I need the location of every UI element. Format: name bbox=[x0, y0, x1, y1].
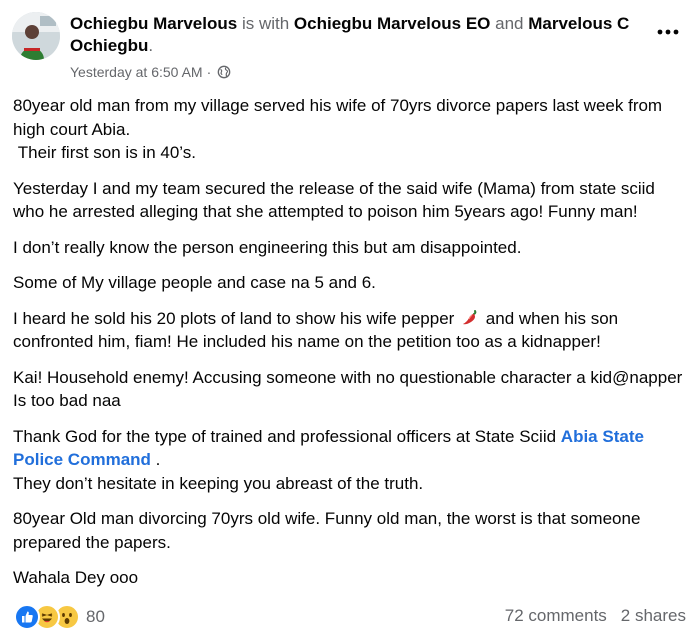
paragraph-1: 80year old man from my village served hi… bbox=[13, 94, 688, 165]
post-body: 80year old man from my village served hi… bbox=[13, 94, 688, 602]
paragraph-1b: Their first son is in 40’s. bbox=[17, 143, 196, 162]
tagged-person-1[interactable]: Ochiegbu Marvelous EO bbox=[294, 14, 491, 33]
paragraph-7a: Thank God for the type of trained and pr… bbox=[13, 426, 557, 446]
and-text: and bbox=[495, 14, 524, 33]
globe-icon[interactable] bbox=[217, 65, 231, 79]
more-options-icon[interactable] bbox=[654, 22, 682, 42]
paragraph-3: I don’t really know the person engineeri… bbox=[13, 237, 522, 257]
facebook-post: Ochiegbu Marvelous is with Ochiegbu Marv… bbox=[0, 0, 700, 634]
paragraph-6: Kai! Household enemy! Accusing someone w… bbox=[13, 367, 683, 411]
paragraph-7c: They don’t hesitate in keeping you abrea… bbox=[13, 473, 424, 493]
paragraph-2: Yesterday I and my team secured the rele… bbox=[13, 178, 655, 222]
avatar[interactable] bbox=[12, 12, 60, 60]
meta-separator: · bbox=[206, 64, 212, 80]
post-footer: 80 72 comments 2 shares bbox=[0, 598, 700, 634]
author-line: Ochiegbu Marvelous is with Ochiegbu Marv… bbox=[70, 13, 655, 57]
post-timestamp[interactable]: Yesterday at 6:50 AM bbox=[70, 63, 203, 81]
paragraph-5: I heard he sold his 20 plots of land to … bbox=[13, 307, 688, 354]
paragraph-9: Wahala Dey ooo bbox=[13, 568, 139, 587]
paragraph-4: Some of My village people and case na 5 … bbox=[13, 273, 376, 292]
comments-count[interactable]: 72 comments bbox=[505, 606, 607, 626]
paragraph-7b: . bbox=[155, 450, 161, 469]
reactions-summary[interactable]: 80 bbox=[14, 604, 105, 630]
paragraph-1a: 80year old man from my village served hi… bbox=[13, 96, 663, 139]
paragraph-7: Thank God for the type of trained and pr… bbox=[13, 425, 688, 496]
paragraph-8: 80year Old man divorcing 70yrs old wife.… bbox=[13, 509, 641, 552]
paragraph-5a: I heard he sold his 20 plots of land to … bbox=[13, 308, 455, 328]
like-icon bbox=[14, 604, 40, 630]
reaction-count: 80 bbox=[86, 607, 105, 626]
engagement-stats: 72 comments 2 shares bbox=[505, 606, 686, 626]
post-meta: Yesterday at 6:50 AM · bbox=[70, 63, 231, 81]
chili-pepper-icon bbox=[461, 309, 479, 327]
author-name[interactable]: Ochiegbu Marvelous bbox=[70, 14, 237, 33]
post-header: Ochiegbu Marvelous is with Ochiegbu Marv… bbox=[0, 0, 700, 90]
shares-count[interactable]: 2 shares bbox=[621, 606, 686, 626]
end-punct: . bbox=[148, 36, 154, 55]
with-text: is with bbox=[241, 14, 290, 33]
